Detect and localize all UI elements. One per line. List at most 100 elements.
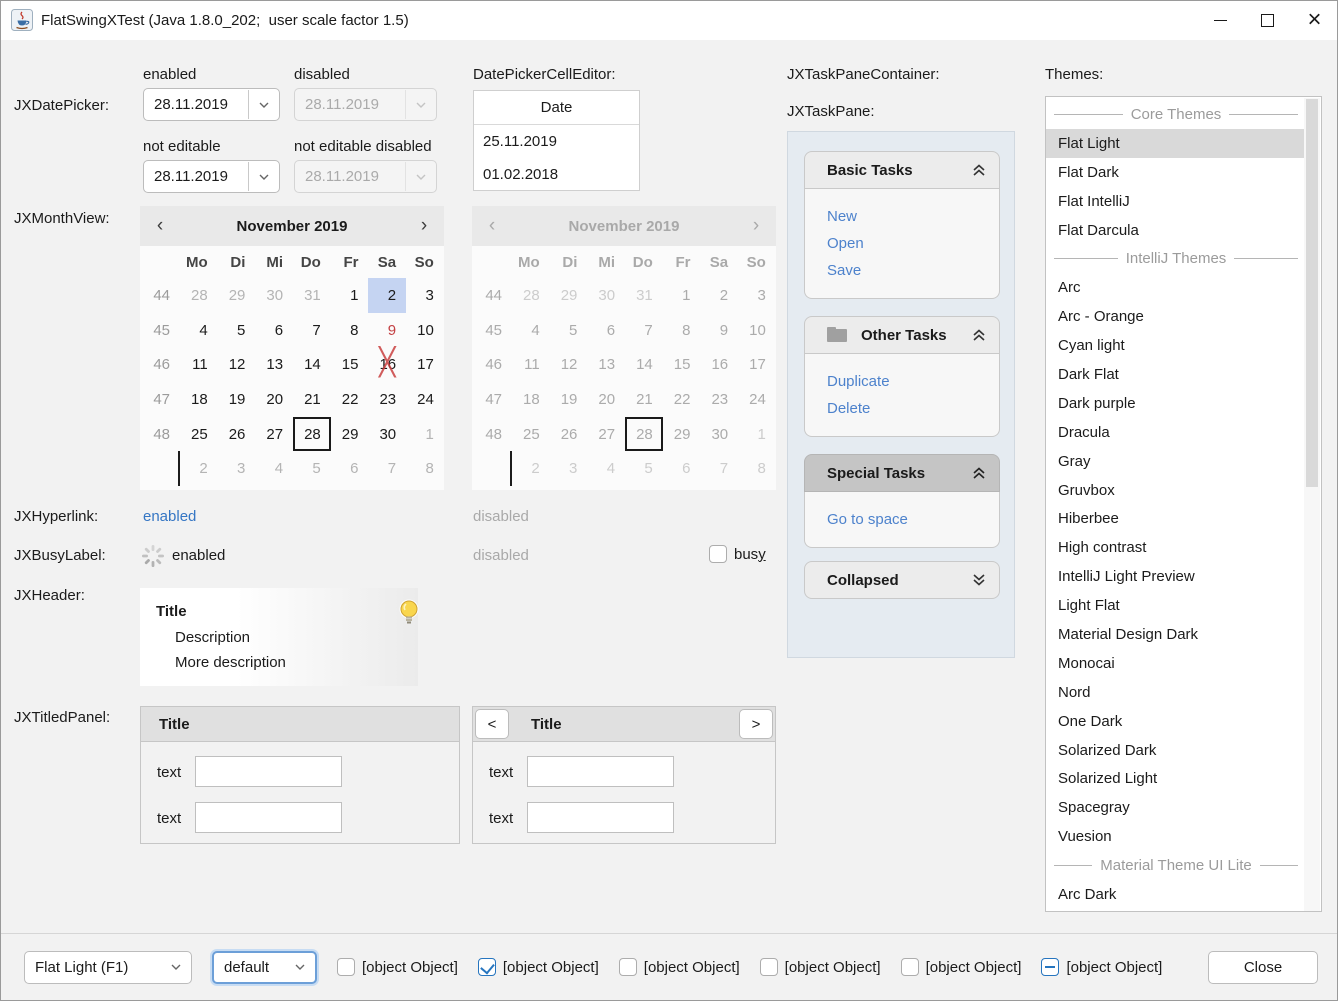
datepicker-not-editable[interactable]: 28.11.2019 [143,160,280,193]
theme-item[interactable]: Dark purple [1046,389,1306,418]
theme-item[interactable]: Arc [1046,273,1306,302]
maximize-button[interactable] [1244,0,1291,40]
calendar-cell[interactable]: 13 [255,347,293,382]
checkbox[interactable] [760,958,778,976]
calendar-cell[interactable]: 6 [331,451,369,486]
calendar-cell[interactable]: 4 [255,451,293,486]
calendar-cell[interactable]: 31 [293,278,331,313]
calendar-cell[interactable]: 8 [331,313,369,348]
task-link[interactable]: Open [827,230,999,257]
date-table-row[interactable]: 25.11.2019 [474,125,639,158]
theme-item[interactable]: Arc Dark Contrast [1046,909,1306,912]
themes-scrollbar-thumb[interactable] [1306,99,1318,487]
calendar-cell[interactable]: 21 [293,382,331,417]
calendar-cell[interactable]: 1 [406,417,444,452]
calendar-cell[interactable]: 30 [255,278,293,313]
theme-item[interactable]: IntelliJ Light Preview [1046,562,1306,591]
date-column-header[interactable]: Date [474,91,639,125]
calendar-cell[interactable]: 18 [180,382,218,417]
calendar-cell[interactable]: 10 [406,313,444,348]
calendar-cell[interactable]: 16 [368,347,406,382]
calendar-cell[interactable]: 5 [293,451,331,486]
calendar-cell[interactable]: 24 [406,382,444,417]
theme-combobox[interactable]: Flat Light (F1) [24,951,192,984]
calendar-cell[interactable]: 6 [255,313,293,348]
calendar-cell[interactable]: 2 [368,278,406,313]
theme-item[interactable]: Solarized Dark [1046,736,1306,765]
option-checkbox-item[interactable]: [object Object] [1041,958,1162,976]
theme-item[interactable]: Nord [1046,678,1306,707]
titled-panel-next-button[interactable]: > [739,709,773,739]
calendar-cell[interactable]: 7 [368,451,406,486]
chevron-down-icon[interactable] [249,102,279,108]
chevron-down-icon[interactable] [161,964,191,970]
theme-item[interactable]: One Dark [1046,707,1306,736]
busy-checkbox[interactable] [709,545,727,563]
chevron-double-up-icon[interactable] [971,466,987,480]
theme-item[interactable]: Flat IntelliJ [1046,187,1306,216]
theme-item[interactable]: Arc Dark [1046,880,1306,909]
theme-item[interactable]: Flat Darcula [1046,216,1306,245]
calendar-cell[interactable]: 4 [180,313,218,348]
themes-scrollbar[interactable] [1304,98,1320,912]
checkbox[interactable] [337,958,355,976]
calendar-cell[interactable]: 7 [293,313,331,348]
hyperlink-enabled[interactable]: enabled [143,508,196,525]
theme-item[interactable]: Solarized Light [1046,764,1306,793]
theme-item[interactable]: Gruvbox [1046,476,1306,505]
calendar-cell[interactable]: 2 [180,451,218,486]
option-checkbox-item[interactable]: [object Object] [337,958,458,976]
theme-item[interactable]: Hiberbee [1046,504,1306,533]
checkbox[interactable] [619,958,637,976]
calendar-cell[interactable]: 9 [368,313,406,348]
prev-month-icon[interactable]: ‹ [140,215,180,237]
text-field-2[interactable] [527,802,674,833]
calendar-cell[interactable]: 19 [218,382,256,417]
task-link[interactable]: Delete [827,395,999,422]
taskpane-special-header[interactable]: Special Tasks [804,454,1000,492]
close-button[interactable]: × [1291,0,1338,40]
theme-item[interactable]: Vuesion [1046,822,1306,851]
checkbox[interactable] [1041,958,1059,976]
calendar-cell[interactable]: 20 [255,382,293,417]
theme-item[interactable]: Dracula [1046,418,1306,447]
chevron-double-up-icon[interactable] [971,328,987,342]
datepicker-enabled[interactable]: 28.11.2019 [143,88,280,121]
theme-item[interactable]: Gray [1046,447,1306,476]
task-link[interactable]: Duplicate [827,368,999,395]
chevron-double-down-icon[interactable] [971,573,987,587]
theme-item[interactable]: Dark Flat [1046,360,1306,389]
calendar-cell[interactable]: 26 [218,417,256,452]
theme-item[interactable]: Spacegray [1046,793,1306,822]
task-link[interactable]: New [827,203,999,230]
text-field-1[interactable] [527,756,674,787]
calendar-cell[interactable]: 1 [331,278,369,313]
calendar-cell[interactable]: 15 [331,347,369,382]
theme-item[interactable]: Material Design Dark [1046,620,1306,649]
calendar-cell[interactable]: 29 [218,278,256,313]
mode-combobox[interactable]: default [212,951,317,984]
theme-item[interactable]: Flat Dark [1046,158,1306,187]
datepicker-value[interactable]: 28.11.2019 [144,96,248,113]
date-table-row[interactable]: 01.02.2018 [474,158,639,191]
option-checkbox-item[interactable]: [object Object] [478,958,599,976]
calendar-cell[interactable]: 3 [218,451,256,486]
titled-panel-prev-button[interactable]: < [475,709,509,739]
calendar-cell[interactable]: 17 [406,347,444,382]
calendar-cell[interactable]: 22 [331,382,369,417]
taskpane-collapsed-header[interactable]: Collapsed [804,561,1000,599]
option-checkbox-item[interactable]: [object Object] [760,958,881,976]
option-checkbox-item[interactable]: [object Object] [619,958,740,976]
chevron-double-up-icon[interactable] [971,163,987,177]
chevron-down-icon[interactable] [285,964,315,970]
text-field-2[interactable] [195,802,342,833]
calendar-cell[interactable]: 25 [180,417,218,452]
taskpane-basic-header[interactable]: Basic Tasks [804,151,1000,189]
calendar-cell[interactable]: 29 [331,417,369,452]
calendar-cell[interactable]: 14 [293,347,331,382]
close-dialog-button[interactable]: Close [1208,951,1318,984]
task-link[interactable]: Save [827,257,999,284]
checkbox[interactable] [901,958,919,976]
calendar-cell[interactable]: 28 [180,278,218,313]
theme-item[interactable]: Arc - Orange [1046,302,1306,331]
